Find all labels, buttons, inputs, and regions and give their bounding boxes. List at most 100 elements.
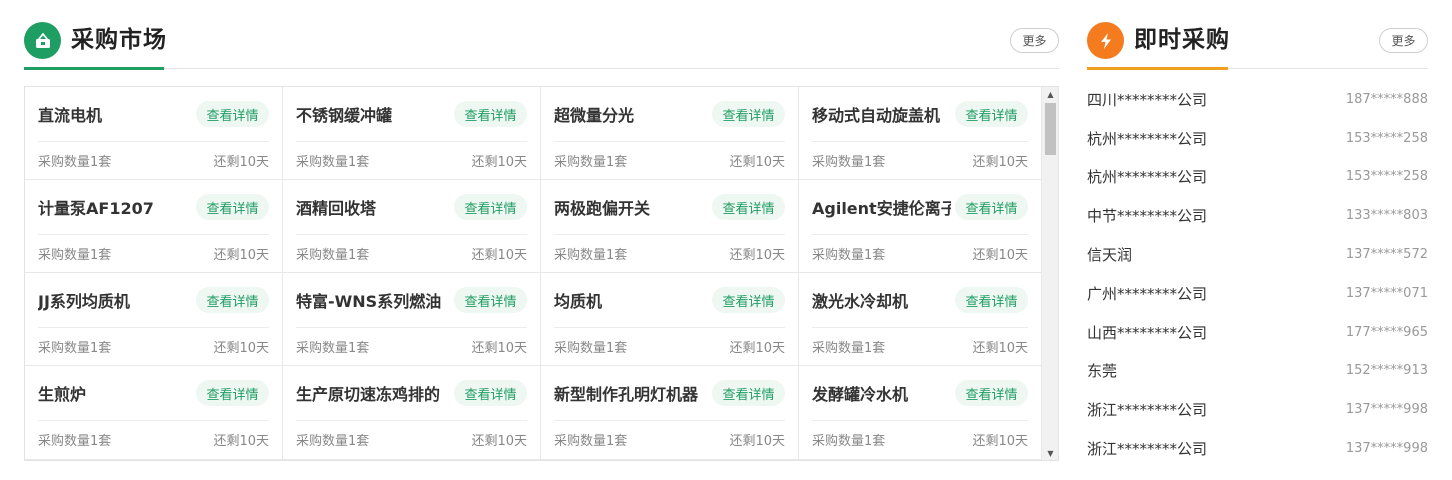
instant-header: 即时采购 更多 (1087, 22, 1428, 70)
view-detail-button[interactable]: 查看详情 (454, 194, 527, 220)
market-item[interactable]: 新型制作孔明灯机器 查看详情采购数量1套 还剩10天 (541, 366, 799, 460)
view-detail-button[interactable]: 查看详情 (196, 380, 269, 406)
instant-company[interactable]: 山西********公司 (1087, 322, 1207, 343)
market-item-quantity: 采购数量1套 (38, 155, 112, 170)
scroll-up-arrow-icon[interactable]: ▲ (1042, 87, 1058, 101)
market-item-footer: 采购数量1套 还剩10天 (38, 142, 269, 179)
view-detail-button[interactable]: 查看详情 (454, 287, 527, 313)
instant-list-item[interactable]: 广州********公司 137*****071 (1087, 274, 1428, 313)
market-item-name[interactable]: 特富-WNS系列燃油 (296, 288, 450, 312)
instant-list-item[interactable]: 浙江********公司 137*****998 (1087, 429, 1428, 468)
market-item-days-left: 还剩10天 (729, 155, 785, 170)
market-item-footer: 采购数量1套 还剩10天 (812, 235, 1028, 272)
market-item-name[interactable]: 移动式自动旋盖机 (812, 102, 951, 126)
view-detail-button[interactable]: 查看详情 (454, 380, 527, 406)
market-item[interactable]: 酒精回收塔 查看详情采购数量1套 还剩10天 (283, 180, 541, 273)
market-item-days-left: 还剩10天 (471, 248, 527, 263)
market-item-days-left: 还剩10天 (972, 248, 1028, 263)
market-item[interactable]: 均质机 查看详情 采购数量1套 还剩10天 (541, 273, 799, 366)
market-item-footer: 采购数量1套 还剩10天 (812, 328, 1028, 365)
market-item-name[interactable]: 直流电机 (38, 102, 192, 126)
view-detail-button[interactable]: 查看详情 (712, 101, 785, 127)
market-item-name[interactable]: 生煎炉 (38, 381, 192, 405)
market-item-name[interactable]: 两极跑偏开关 (554, 195, 708, 219)
view-detail-button[interactable]: 查看详情 (454, 101, 527, 127)
market-item-footer: 采购数量1套 还剩10天 (38, 328, 269, 365)
instant-list-item[interactable]: 信天润 137*****572 (1087, 235, 1428, 274)
market-scrollbar[interactable]: ▲ ▼ (1041, 87, 1058, 460)
view-detail-button[interactable]: 查看详情 (712, 194, 785, 220)
view-detail-button[interactable]: 查看详情 (712, 287, 785, 313)
market-item[interactable]: 计量泵AF1207 查看详情 采购数量1套 还剩10天 (25, 180, 283, 273)
market-item[interactable]: 生煎炉 查看详情 采购数量1套 还剩10天 (25, 366, 283, 460)
market-item-days-left: 还剩10天 (213, 248, 269, 263)
instant-phone: 153*****258 (1345, 169, 1428, 185)
market-item-name[interactable]: JJ系列均质机 (38, 288, 192, 312)
market-item-name[interactable]: Agilent安捷伦离子泵 (812, 195, 951, 219)
market-item[interactable]: 发酵罐冷水机 查看详情 采购数量1套 还剩10天 (799, 366, 1041, 460)
market-item-name[interactable]: 新型制作孔明灯机器 (554, 381, 708, 405)
market-item-header: 特富-WNS系列燃油 查看详情 (296, 273, 527, 328)
market-title-wrap: 采购市场 (24, 22, 167, 69)
instant-list-item[interactable]: 山西********公司 177*****965 (1087, 313, 1428, 352)
market-item[interactable]: 移动式自动旋盖机 查看详情 采购数量1套 还剩10天 (799, 87, 1041, 180)
market-item[interactable]: 特富-WNS系列燃油 查看详情 采购数量1套 还剩10天 (283, 273, 541, 366)
market-item-days-left: 还剩10天 (213, 434, 269, 449)
instant-phone: 153*****258 (1345, 130, 1428, 146)
instant-company[interactable]: 四川********公司 (1087, 89, 1207, 110)
instant-more-button[interactable]: 更多 (1379, 28, 1428, 53)
instant-list-item[interactable]: 杭州********公司 153*****258 (1087, 119, 1428, 158)
market-item-header: 不锈钢缓冲罐 查看详情 (296, 87, 527, 142)
market-item-footer: 采购数量1套 还剩10天 (554, 421, 785, 458)
instant-company[interactable]: 中节********公司 (1087, 205, 1207, 226)
view-detail-button[interactable]: 查看详情 (196, 287, 269, 313)
market-item-name[interactable]: 不锈钢缓冲罐 (296, 102, 450, 126)
market-item-footer: 采购数量1套 还剩10天 (554, 142, 785, 179)
instant-company[interactable]: 杭州********公司 (1087, 166, 1207, 187)
view-detail-button[interactable]: 查看详情 (955, 194, 1028, 220)
market-item-name[interactable]: 酒精回收塔 (296, 195, 450, 219)
instant-company[interactable]: 杭州********公司 (1087, 128, 1207, 149)
view-detail-button[interactable]: 查看详情 (955, 287, 1028, 313)
market-item-footer: 采购数量1套 还剩10天 (296, 142, 527, 179)
market-item-name[interactable]: 均质机 (554, 288, 708, 312)
market-item[interactable]: 生产原切速冻鸡排的 查看详情 采购数量1套 还剩10天 (283, 366, 541, 460)
instant-company[interactable]: 广州********公司 (1087, 283, 1207, 304)
view-detail-button[interactable]: 查看详情 (196, 194, 269, 220)
market-item-name[interactable]: 计量泵AF1207 (38, 195, 192, 219)
market-more-button[interactable]: 更多 (1010, 28, 1059, 53)
instant-company[interactable]: 信天润 (1087, 244, 1132, 265)
view-detail-button[interactable]: 查看详情 (955, 380, 1028, 406)
market-item-name[interactable]: 超微量分光 (554, 102, 708, 126)
market-item[interactable]: 超微量分光 查看详情采购数量1套 还剩10天 (541, 87, 799, 180)
market-item[interactable]: 不锈钢缓冲罐 查看详情 采购数量1套 还剩10天 (283, 87, 541, 180)
scroll-thumb[interactable] (1045, 103, 1056, 155)
instant-list-item[interactable]: 杭州********公司 153*****258 (1087, 158, 1428, 197)
view-detail-button[interactable]: 查看详情 (955, 101, 1028, 127)
instant-company[interactable]: 浙江********公司 (1087, 399, 1207, 420)
market-item-quantity: 采购数量1套 (554, 155, 628, 170)
market-item[interactable]: 激光水冷却机 查看详情采购数量1套 还剩10天 (799, 273, 1041, 366)
market-item-footer: 采购数量1套 还剩10天 (296, 235, 527, 272)
instant-list-item[interactable]: 东莞 152*****913 (1087, 352, 1428, 391)
view-detail-button[interactable]: 查看详情 (712, 380, 785, 406)
instant-phone: 137*****572 (1345, 247, 1428, 263)
instant-list-item[interactable]: 四川********公司 187*****888 (1087, 80, 1428, 119)
market-item-quantity: 采购数量1套 (554, 341, 628, 356)
market-item[interactable]: JJ系列均质机 查看详情采购数量1套 还剩10天 (25, 273, 283, 366)
market-item-name[interactable]: 激光水冷却机 (812, 288, 951, 312)
scroll-down-arrow-icon[interactable]: ▼ (1042, 446, 1058, 460)
market-title: 采购市场 (71, 27, 167, 53)
market-item-name[interactable]: 生产原切速冻鸡排的 (296, 381, 450, 405)
market-item-name[interactable]: 发酵罐冷水机 (812, 381, 951, 405)
market-title-underline (24, 67, 164, 70)
instant-company[interactable]: 浙江********公司 (1087, 438, 1207, 459)
market-item[interactable]: Agilent安捷伦离子泵查看详情采购数量1套 还剩10天 (799, 180, 1041, 273)
instant-title-wrap: 即时采购 (1087, 22, 1230, 69)
market-item[interactable]: 两极跑偏开关 查看详情 采购数量1套 还剩10天 (541, 180, 799, 273)
instant-list-item[interactable]: 中节********公司 133*****803 (1087, 196, 1428, 235)
instant-list-item[interactable]: 浙江********公司 137*****998 (1087, 390, 1428, 429)
view-detail-button[interactable]: 查看详情 (196, 101, 269, 127)
market-item[interactable]: 直流电机 查看详情采购数量1套 还剩10天 (25, 87, 283, 180)
instant-company[interactable]: 东莞 (1087, 360, 1117, 381)
